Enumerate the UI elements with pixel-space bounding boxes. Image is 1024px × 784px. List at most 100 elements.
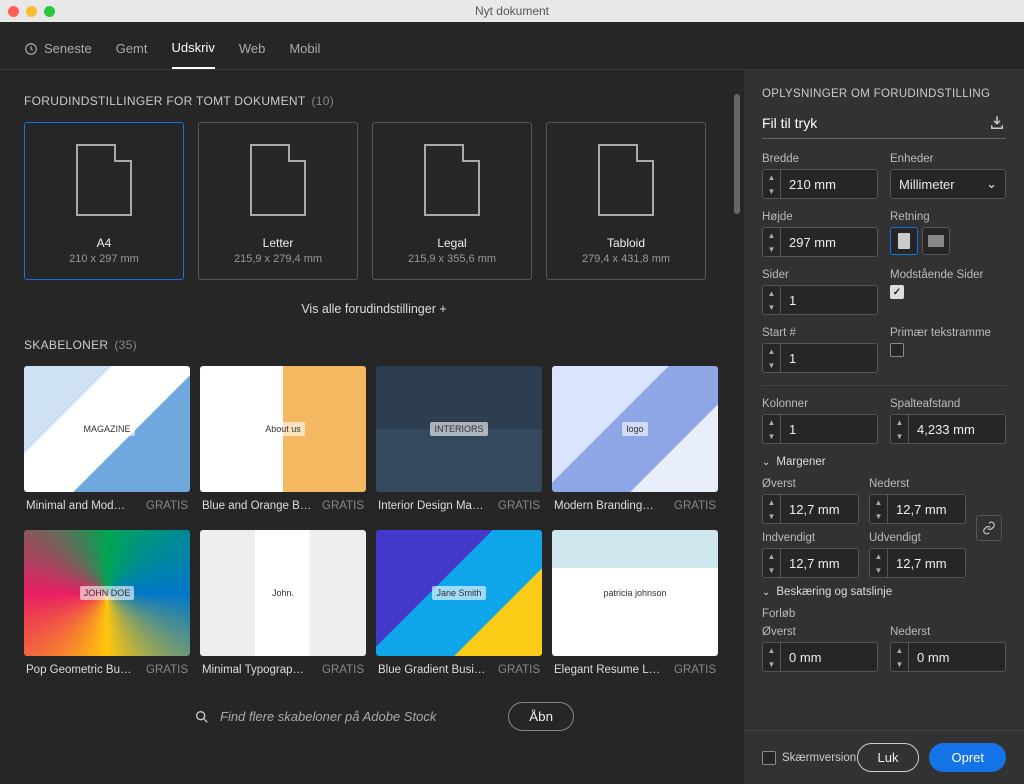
window-close-button[interactable] xyxy=(8,6,19,17)
height-label: Højde xyxy=(762,211,878,223)
bleed-top-label: Øverst xyxy=(762,626,878,638)
scrollbar[interactable] xyxy=(734,94,740,214)
template-title: Elegant Resume L… xyxy=(554,664,660,676)
template-badge: GRATIS xyxy=(498,664,540,676)
template-card[interactable]: patricia johnson Elegant Resume L… GRATI… xyxy=(552,530,718,684)
chevron-down-icon: ⌄ xyxy=(986,176,997,192)
template-thumbnail: logo xyxy=(552,366,718,492)
template-card[interactable]: Jane Smith Blue Gradient Busi… GRATIS xyxy=(376,530,542,684)
gutter-label: Spalteafstand xyxy=(890,398,1006,410)
template-card[interactable]: MAGAZINE Minimal and Mod… GRATIS xyxy=(24,366,190,520)
search-input[interactable]: Find flere skabeloner på Adobe Stock xyxy=(194,709,494,725)
margin-inside-input[interactable]: ▲▼ xyxy=(762,548,859,578)
units-select[interactable]: Millimeter ⌄ xyxy=(890,169,1006,199)
units-label: Enheder xyxy=(890,153,1006,165)
width-input[interactable]: ▲▼ xyxy=(762,169,878,199)
orientation-portrait[interactable] xyxy=(890,227,918,255)
height-input[interactable]: ▲▼ xyxy=(762,227,878,257)
bleed-top-input[interactable]: ▲▼ xyxy=(762,642,878,672)
save-preset-icon[interactable] xyxy=(988,114,1006,132)
preview-checkbox[interactable] xyxy=(762,751,776,765)
link-margins-icon[interactable] xyxy=(976,515,1002,541)
margin-outside-input[interactable]: ▲▼ xyxy=(869,548,966,578)
close-button[interactable]: Luk xyxy=(857,743,920,772)
margin-bottom-label: Nederst xyxy=(869,478,966,490)
pages-input[interactable]: ▲▼ xyxy=(762,285,878,315)
preset-details-panel: OPLYSNINGER OM FORUDINDSTILLING Bredde ▲… xyxy=(744,70,1024,784)
page-icon xyxy=(250,144,306,216)
open-stock-button[interactable]: Åbn xyxy=(508,702,574,731)
margin-top-input[interactable]: ▲▼ xyxy=(762,494,859,524)
preset-tabloid[interactable]: Tabloid 279,4 x 431,8 mm xyxy=(546,122,706,280)
create-button[interactable]: Opret xyxy=(929,743,1006,772)
page-icon xyxy=(598,144,654,216)
template-card[interactable]: JOHN DOE Pop Geometric Bu… GRATIS xyxy=(24,530,190,684)
preset-a4[interactable]: A4 210 x 297 mm xyxy=(24,122,184,280)
template-thumbnail: patricia johnson xyxy=(552,530,718,656)
orientation-landscape[interactable] xyxy=(922,227,950,255)
bleed-section-toggle[interactable]: ⌄ Beskæring og satslinje xyxy=(762,586,1006,598)
tab-web[interactable]: Web xyxy=(239,34,266,69)
gutter-input[interactable]: ▲▼ xyxy=(890,414,1006,444)
tab-print[interactable]: Udskriv xyxy=(172,34,215,69)
tab-saved[interactable]: Gemt xyxy=(116,34,148,69)
stepper-down-icon: ▼ xyxy=(763,184,780,198)
tab-recent-label: Seneste xyxy=(44,41,92,56)
primary-frame-label: Primær tekstramme xyxy=(890,327,1006,339)
start-page-input[interactable]: ▲▼ xyxy=(762,343,878,373)
template-thumbnail: INTERIORS xyxy=(376,366,542,492)
tab-mobile[interactable]: Mobil xyxy=(289,34,320,69)
template-title: Interior Design Ma… xyxy=(378,500,483,512)
template-badge: GRATIS xyxy=(146,500,188,512)
bleed-label: Forløb xyxy=(762,608,1006,620)
template-title: Minimal Typograp… xyxy=(202,664,304,676)
primary-frame-checkbox[interactable] xyxy=(890,343,904,357)
tab-recent[interactable]: Seneste xyxy=(24,34,92,69)
page-icon xyxy=(76,144,132,216)
search-icon xyxy=(194,709,210,725)
template-title: Minimal and Mod… xyxy=(26,500,125,512)
template-thumbnail: Jane Smith xyxy=(376,530,542,656)
templates-section-title: SKABELONER (35) xyxy=(24,338,724,352)
template-card[interactable]: INTERIORS Interior Design Ma… GRATIS xyxy=(376,366,542,520)
pages-label: Sider xyxy=(762,269,878,281)
margins-section-toggle[interactable]: ⌄ Margener xyxy=(762,456,1006,468)
margin-bottom-input[interactable]: ▲▼ xyxy=(869,494,966,524)
facing-pages-label: Modstående Sider xyxy=(890,269,1006,281)
template-search-bar: Find flere skabeloner på Adobe Stock Åbn xyxy=(24,702,724,731)
template-card[interactable]: logo Modern Branding… GRATIS xyxy=(552,366,718,520)
template-badge: GRATIS xyxy=(322,500,364,512)
template-badge: GRATIS xyxy=(498,500,540,512)
stepper-up-icon: ▲ xyxy=(763,170,780,184)
bleed-bottom-label: Nederst xyxy=(890,626,1006,638)
margin-inside-label: Indvendigt xyxy=(762,532,859,544)
window-titlebar: Nyt dokument xyxy=(0,0,1024,22)
chevron-down-icon: ⌄ xyxy=(762,457,770,468)
window-maximize-button[interactable] xyxy=(44,6,55,17)
facing-pages-checkbox[interactable] xyxy=(890,285,904,299)
page-icon xyxy=(424,144,480,216)
columns-input[interactable]: ▲▼ xyxy=(762,414,878,444)
template-title: Modern Branding… xyxy=(554,500,654,512)
preview-label: Skærmversion xyxy=(782,752,856,764)
template-card[interactable]: About us Blue and Orange B… GRATIS xyxy=(200,366,366,520)
margin-top-label: Øverst xyxy=(762,478,859,490)
presets-section-title: FORUDINDSTILLINGER FOR TOMT DOKUMENT (10… xyxy=(24,94,724,108)
template-thumbnail: MAGAZINE xyxy=(24,366,190,492)
template-title: Pop Geometric Bu… xyxy=(26,664,131,676)
preset-legal[interactable]: Legal 215,9 x 355,6 mm xyxy=(372,122,532,280)
template-thumbnail: John. xyxy=(200,530,366,656)
view-all-presets[interactable]: Vis alle forudindstillinger + xyxy=(24,302,724,316)
window-minimize-button[interactable] xyxy=(26,6,37,17)
template-card[interactable]: John. Minimal Typograp… GRATIS xyxy=(200,530,366,684)
template-badge: GRATIS xyxy=(674,500,716,512)
dialog-footer: Skærmversion Luk Opret xyxy=(744,730,1024,784)
margin-outside-label: Udvendigt xyxy=(869,532,966,544)
template-badge: GRATIS xyxy=(322,664,364,676)
template-thumbnail: JOHN DOE xyxy=(24,530,190,656)
clock-icon xyxy=(24,42,38,56)
preset-letter[interactable]: Letter 215,9 x 279,4 mm xyxy=(198,122,358,280)
preset-name-input[interactable] xyxy=(762,115,988,131)
orientation-label: Retning xyxy=(890,211,1006,223)
bleed-bottom-input[interactable]: ▲▼ xyxy=(890,642,1006,672)
